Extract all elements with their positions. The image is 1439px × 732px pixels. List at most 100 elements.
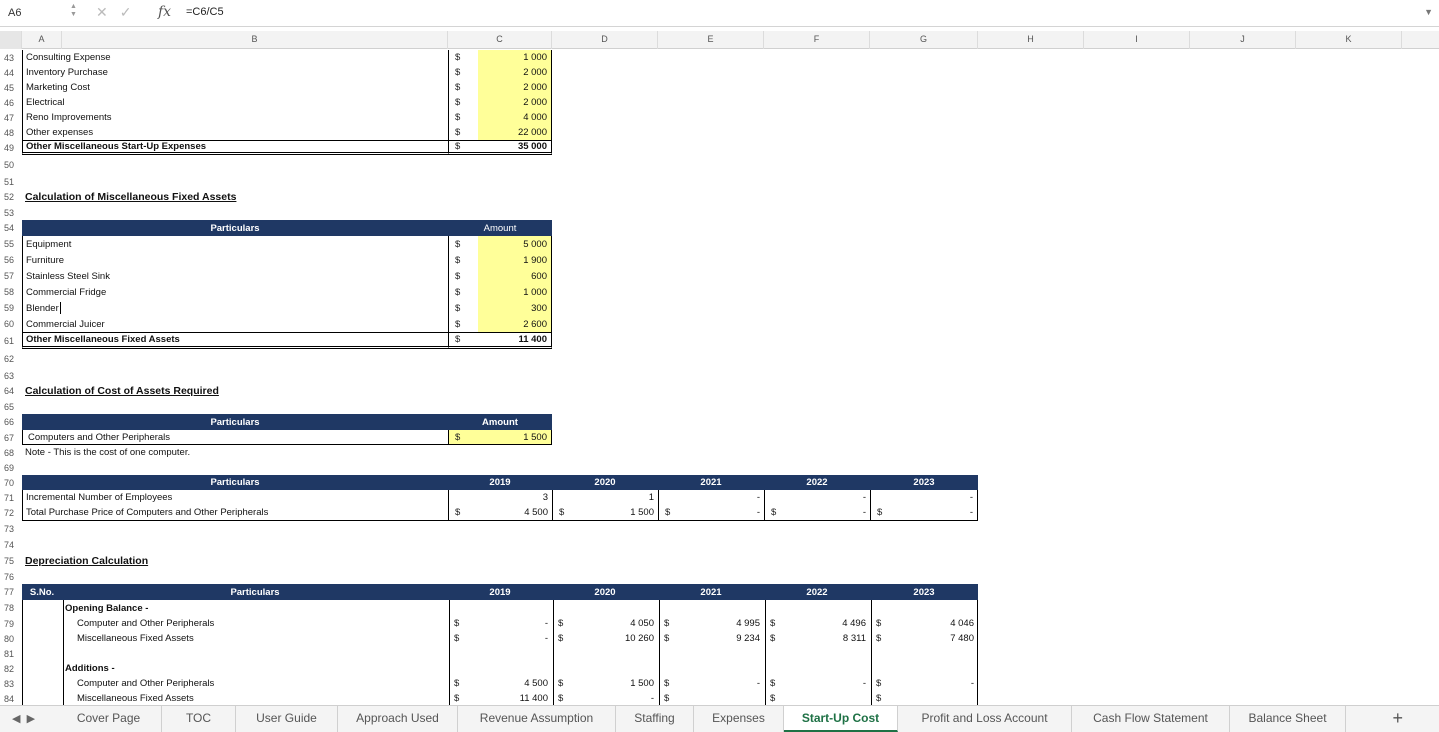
total-amount[interactable]: 35 000: [478, 140, 552, 155]
year-header: 2020: [552, 584, 658, 600]
total-amount[interactable]: 11 400: [478, 332, 552, 349]
row-number: 47: [4, 112, 15, 123]
value-cell[interactable]: -: [900, 676, 978, 691]
row-number: 60: [4, 319, 15, 329]
value-cell[interactable]: 10 260: [582, 631, 658, 646]
currency-symbol: $: [870, 505, 900, 521]
column-header[interactable]: J: [1190, 31, 1296, 49]
row-number: 83: [4, 678, 15, 689]
row-label: Computers and Other Peripherals: [22, 430, 448, 445]
tab-staffing[interactable]: Staffing: [616, 706, 694, 732]
tab-profit-and-loss-account[interactable]: Profit and Loss Account: [898, 706, 1072, 732]
column-header[interactable]: F: [764, 31, 870, 49]
currency-symbol: $: [448, 505, 478, 521]
amount-cell[interactable]: 4 000: [478, 110, 552, 125]
value-cell[interactable]: 4 046: [900, 616, 978, 631]
year-header: 2020: [552, 475, 658, 490]
tab-revenue-assumption[interactable]: Revenue Assumption: [458, 706, 616, 732]
tab-scroll-arrows[interactable]: ◀ ▶: [0, 706, 56, 732]
value-cell[interactable]: -: [688, 676, 764, 691]
column-header[interactable]: G: [870, 31, 978, 49]
table-row: 72 Total Purchase Price of Computers and…: [0, 505, 1439, 521]
amount-cell[interactable]: 5 000: [478, 236, 552, 252]
amount-cell[interactable]: 1 900: [478, 252, 552, 268]
value-cell[interactable]: 9 234: [688, 631, 764, 646]
section-title: Calculation of Cost of Assets Required: [25, 385, 219, 397]
value-cell[interactable]: -: [764, 490, 870, 505]
value-cell[interactable]: 3: [448, 490, 552, 505]
sheet-grid[interactable]: 43 Consulting Expense $ 1 000 44 Invento…: [0, 49, 1439, 705]
table-header: 77 S.No. Particulars 2019 2020 2021 2022…: [0, 584, 1439, 600]
value-cell[interactable]: 4 500: [478, 505, 552, 521]
value-cell[interactable]: 4 496: [794, 616, 870, 631]
value-cell[interactable]: -: [870, 490, 978, 505]
amount-cell[interactable]: 1 000: [478, 284, 552, 300]
group-label: Opening Balance -: [65, 602, 149, 614]
value-cell[interactable]: 1: [552, 490, 658, 505]
header-particulars: Particulars: [62, 584, 448, 600]
value-cell[interactable]: 1 500: [582, 676, 658, 691]
row-number: 46: [4, 97, 15, 108]
column-header[interactable]: C: [448, 31, 552, 49]
column-header[interactable]: B: [62, 31, 448, 49]
tab-toc[interactable]: TOC: [162, 706, 236, 732]
value-cell[interactable]: -: [478, 631, 552, 646]
row-number: 73: [4, 523, 15, 534]
tab-expenses[interactable]: Expenses: [694, 706, 784, 732]
value-cell[interactable]: -: [688, 505, 764, 521]
value-cell[interactable]: -: [794, 505, 870, 521]
value-cell[interactable]: 7 480: [900, 631, 978, 646]
value-cell[interactable]: -: [658, 490, 764, 505]
currency-symbol: $: [448, 430, 478, 445]
amount-cell[interactable]: 2 000: [478, 80, 552, 95]
tab-start-up-cost[interactable]: Start-Up Cost: [784, 706, 898, 732]
confirm-icon[interactable]: ✓: [120, 4, 132, 20]
currency-symbol: $: [770, 633, 776, 644]
amount-cell[interactable]: 1 000: [478, 50, 552, 65]
amount-cell[interactable]: 2 000: [478, 95, 552, 110]
tab-balance-sheet[interactable]: Balance Sheet: [1230, 706, 1346, 732]
column-header[interactable]: A: [22, 31, 62, 49]
amount-cell[interactable]: 300: [478, 300, 552, 316]
column-header[interactable]: D: [552, 31, 658, 49]
chevron-down-icon[interactable]: ▼: [1424, 7, 1433, 17]
tab-approach-used[interactable]: Approach Used: [338, 706, 458, 732]
add-sheet-button[interactable]: +: [1392, 708, 1403, 729]
amount-cell[interactable]: 22 000: [478, 125, 552, 140]
column-header[interactable]: K: [1296, 31, 1402, 49]
fx-icon[interactable]: fx: [158, 4, 171, 20]
column-header[interactable]: E: [658, 31, 764, 49]
tab-cash-flow-statement[interactable]: Cash Flow Statement: [1072, 706, 1230, 732]
row-number: 74: [4, 539, 15, 550]
amount-cell[interactable]: 600: [478, 268, 552, 284]
column-header[interactable]: H: [978, 31, 1084, 49]
amount-cell[interactable]: 2 600: [478, 316, 552, 332]
value-cell[interactable]: 4 995: [688, 616, 764, 631]
cancel-icon[interactable]: ✕: [96, 4, 108, 20]
amount-cell[interactable]: 1 500: [478, 430, 552, 445]
row-number: 58: [4, 287, 15, 297]
value-cell[interactable]: 8 311: [794, 631, 870, 646]
value-cell[interactable]: 4 500: [478, 676, 552, 691]
tab-cover-page[interactable]: Cover Page: [56, 706, 162, 732]
value-cell[interactable]: -: [582, 691, 658, 705]
row-number: 48: [4, 127, 15, 138]
tab-user-guide[interactable]: User Guide: [236, 706, 338, 732]
row-number: 75: [4, 556, 15, 566]
formula-input[interactable]: =C6/C5: [186, 6, 224, 18]
column-header[interactable]: I: [1084, 31, 1190, 49]
value-cell[interactable]: -: [478, 616, 552, 631]
note-text: Note - This is the cost of one computer.: [25, 447, 191, 458]
value-cell[interactable]: 11 400: [478, 691, 552, 705]
amount-cell[interactable]: 2 000: [478, 65, 552, 80]
value-cell[interactable]: -: [794, 676, 870, 691]
value-cell[interactable]: 1 500: [582, 505, 658, 521]
table-row: 83 Computer and Other Peripherals $ 4 50…: [0, 676, 1439, 691]
name-box-stepper-icon[interactable]: ▲ ▼: [70, 3, 77, 19]
value-cell[interactable]: 4 050: [582, 616, 658, 631]
select-all-corner[interactable]: [0, 31, 22, 49]
row-number: 66: [4, 417, 15, 427]
value-cell[interactable]: -: [900, 505, 978, 521]
total-label: Other Miscellaneous Fixed Assets: [22, 332, 448, 349]
currency-symbol: $: [448, 316, 478, 332]
